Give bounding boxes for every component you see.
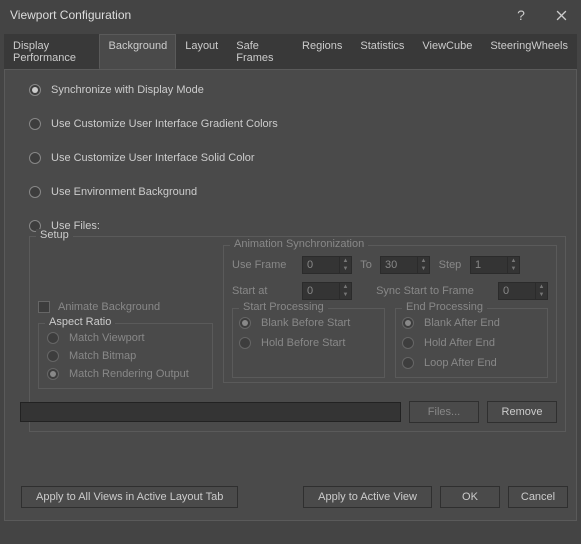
animate-bg-label: Animate Background	[58, 301, 160, 313]
step-label: Step	[430, 259, 470, 271]
aspect-viewport-row: Match Viewport	[47, 332, 204, 344]
tab-steeringwheels[interactable]: SteeringWheels	[481, 34, 577, 69]
mode-env-row[interactable]: Use Environment Background	[29, 186, 566, 198]
radio-icon	[47, 350, 59, 362]
spinner-up-icon: ▲	[417, 257, 429, 265]
spinner-up-icon: ▲	[339, 257, 351, 265]
dialog-footer: Apply to All Views in Active Layout Tab …	[13, 486, 568, 508]
apply-active-button[interactable]: Apply to Active View	[303, 486, 432, 508]
radio-icon	[29, 84, 41, 96]
hold-before-row: Hold Before Start	[239, 337, 378, 349]
spinner-down-icon: ▼	[507, 265, 519, 273]
mode-solid-label: Use Customize User Interface Solid Color	[51, 152, 255, 164]
end-proc-label: End Processing	[402, 301, 487, 313]
blank-before-row: Blank Before Start	[239, 317, 378, 329]
radio-icon	[29, 186, 41, 198]
spinner-down-icon: ▼	[535, 291, 547, 299]
anim-sync-label: Animation Synchronization	[230, 238, 368, 250]
remove-button[interactable]: Remove	[487, 401, 557, 423]
spinner-down-icon: ▼	[339, 265, 351, 273]
mode-files-row[interactable]: Use Files:	[29, 220, 566, 232]
start-at-value: 0	[307, 285, 313, 297]
files-button: Files...	[409, 401, 479, 423]
mode-sync-label: Synchronize with Display Mode	[51, 84, 204, 96]
step-value: 1	[475, 259, 481, 271]
tab-display-performance[interactable]: Display Performance	[4, 34, 99, 69]
tab-bar: Display Performance Background Layout Sa…	[0, 30, 581, 69]
spinner-up-icon: ▲	[535, 283, 547, 291]
use-frame-label: Use Frame	[232, 259, 302, 271]
use-frame-value: 0	[307, 259, 313, 271]
sync-start-value: 0	[503, 285, 509, 297]
start-at-spinner: 0 ▲▼	[302, 282, 352, 300]
cancel-button[interactable]: Cancel	[508, 486, 568, 508]
radio-icon	[47, 332, 59, 344]
aspect-ratio-group: Aspect Ratio Match Viewport Match Bitmap…	[38, 323, 213, 389]
hold-after-row: Hold After End	[402, 337, 541, 349]
sync-start-spinner: 0 ▲▼	[498, 282, 548, 300]
tab-background[interactable]: Background	[99, 34, 176, 69]
to-spinner: 30 ▲▼	[380, 256, 430, 274]
window-title: Viewport Configuration	[10, 8, 501, 22]
aspect-rendering-label: Match Rendering Output	[69, 368, 189, 380]
tab-viewcube[interactable]: ViewCube	[413, 34, 481, 69]
setup-label: Setup	[36, 229, 73, 241]
to-label: To	[352, 259, 380, 271]
animate-bg-row: Animate Background	[38, 301, 213, 313]
mode-sync-row[interactable]: Synchronize with Display Mode	[29, 84, 566, 96]
mode-gradient-row[interactable]: Use Customize User Interface Gradient Co…	[29, 118, 566, 130]
aspect-label: Aspect Ratio	[45, 316, 115, 328]
tab-safe-frames[interactable]: Safe Frames	[227, 34, 293, 69]
file-path-input[interactable]	[20, 402, 401, 422]
aspect-viewport-label: Match Viewport	[69, 332, 145, 344]
radio-icon	[29, 118, 41, 130]
radio-icon	[239, 337, 251, 349]
tab-regions[interactable]: Regions	[293, 34, 351, 69]
hold-before-label: Hold Before Start	[261, 337, 345, 349]
spinner-down-icon: ▼	[339, 291, 351, 299]
spinner-up-icon: ▲	[339, 283, 351, 291]
radio-icon	[47, 368, 59, 380]
tab-statistics[interactable]: Statistics	[351, 34, 413, 69]
tab-layout[interactable]: Layout	[176, 34, 227, 69]
spinner-down-icon: ▼	[417, 265, 429, 273]
end-processing-group: End Processing Blank After End Hold Afte…	[395, 308, 548, 378]
radio-icon	[402, 357, 414, 369]
aspect-bitmap-row: Match Bitmap	[47, 350, 204, 362]
radio-icon	[29, 152, 41, 164]
start-at-label: Start at	[232, 285, 302, 297]
loop-after-label: Loop After End	[424, 357, 497, 369]
start-proc-label: Start Processing	[239, 301, 328, 313]
radio-icon	[239, 317, 251, 329]
spinner-up-icon: ▲	[507, 257, 519, 265]
ok-button[interactable]: OK	[440, 486, 500, 508]
apply-all-button[interactable]: Apply to All Views in Active Layout Tab	[21, 486, 238, 508]
loop-after-row: Loop After End	[402, 357, 541, 369]
help-button[interactable]: ?	[501, 0, 541, 30]
anim-sync-group: Animation Synchronization Use Frame 0 ▲▼…	[223, 245, 557, 383]
to-value: 30	[385, 259, 397, 271]
blank-before-label: Blank Before Start	[261, 317, 350, 329]
use-frame-spinner: 0 ▲▼	[302, 256, 352, 274]
setup-group: Setup Animate Background Aspect Ratio Ma…	[29, 236, 566, 432]
aspect-rendering-row: Match Rendering Output	[47, 368, 204, 380]
mode-gradient-label: Use Customize User Interface Gradient Co…	[51, 118, 278, 130]
background-panel: Synchronize with Display Mode Use Custom…	[4, 69, 577, 521]
titlebar: Viewport Configuration ?	[0, 0, 581, 30]
step-spinner: 1 ▲▼	[470, 256, 520, 274]
mode-env-label: Use Environment Background	[51, 186, 197, 198]
blank-after-row: Blank After End	[402, 317, 541, 329]
blank-after-label: Blank After End	[424, 317, 500, 329]
aspect-bitmap-label: Match Bitmap	[69, 350, 136, 362]
hold-after-label: Hold After End	[424, 337, 495, 349]
start-processing-group: Start Processing Blank Before Start Hold…	[232, 308, 385, 378]
close-button[interactable]	[541, 0, 581, 30]
radio-icon	[402, 337, 414, 349]
radio-icon	[402, 317, 414, 329]
mode-solid-row[interactable]: Use Customize User Interface Solid Color	[29, 152, 566, 164]
checkbox-icon	[38, 301, 50, 313]
sync-start-label: Sync Start to Frame	[352, 285, 498, 297]
